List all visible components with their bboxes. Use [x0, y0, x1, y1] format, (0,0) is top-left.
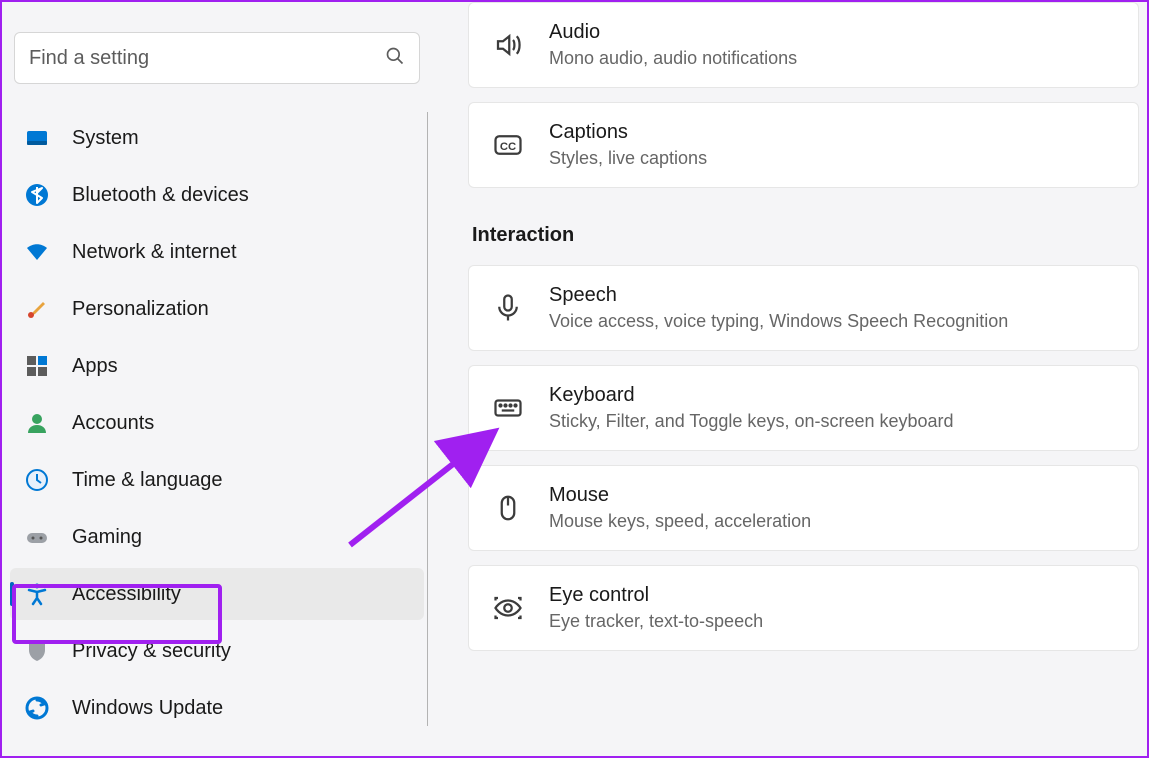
- sidebar-item-network[interactable]: Network & internet: [10, 226, 424, 278]
- card-subtitle: Sticky, Filter, and Toggle keys, on-scre…: [549, 411, 954, 432]
- nav-label: Privacy & security: [72, 640, 231, 663]
- sidebar-item-bluetooth[interactable]: Bluetooth & devices: [10, 169, 424, 221]
- captions-icon: CC: [491, 128, 525, 162]
- nav-label: Accessibility: [72, 583, 181, 606]
- card-eye-control[interactable]: Eye control Eye tracker, text-to-speech: [468, 565, 1139, 651]
- sidebar-item-windows-update[interactable]: Windows Update: [10, 682, 424, 734]
- nav-label: Windows Update: [72, 697, 223, 720]
- accessibility-icon: [24, 581, 50, 607]
- card-audio[interactable]: Audio Mono audio, audio notifications: [468, 2, 1139, 88]
- update-icon: [24, 695, 50, 721]
- card-subtitle: Styles, live captions: [549, 148, 707, 169]
- bluetooth-icon: [24, 182, 50, 208]
- card-captions[interactable]: CC Captions Styles, live captions: [468, 102, 1139, 188]
- apps-icon: [24, 353, 50, 379]
- nav-label: Bluetooth & devices: [72, 184, 249, 207]
- keyboard-icon: [491, 391, 525, 425]
- search-icon: [385, 46, 405, 71]
- card-keyboard[interactable]: Keyboard Sticky, Filter, and Toggle keys…: [468, 365, 1139, 451]
- eye-icon: [491, 591, 525, 625]
- card-title: Keyboard: [549, 384, 954, 407]
- wifi-icon: [24, 239, 50, 265]
- card-subtitle: Voice access, voice typing, Windows Spee…: [549, 311, 1008, 332]
- card-title: Captions: [549, 121, 707, 144]
- card-title: Speech: [549, 284, 1008, 307]
- gamepad-icon: [24, 524, 50, 550]
- nav-label: Accounts: [72, 412, 154, 435]
- paintbrush-icon: [24, 296, 50, 322]
- sidebar-item-accounts[interactable]: Accounts: [10, 397, 424, 449]
- system-icon: [24, 125, 50, 151]
- sidebar-item-system[interactable]: System: [10, 112, 424, 164]
- nav-list: System Bluetooth & devices Network & int…: [10, 112, 424, 734]
- search-box[interactable]: [14, 32, 420, 84]
- sidebar-item-accessibility[interactable]: Accessibility: [10, 568, 424, 620]
- audio-icon: [491, 28, 525, 62]
- nav-label: Gaming: [72, 526, 142, 549]
- mouse-icon: [491, 491, 525, 525]
- nav-label: Apps: [72, 355, 118, 378]
- sidebar-item-apps[interactable]: Apps: [10, 340, 424, 392]
- card-speech[interactable]: Speech Voice access, voice typing, Windo…: [468, 265, 1139, 351]
- sidebar-item-gaming[interactable]: Gaming: [10, 511, 424, 563]
- nav-label: Personalization: [72, 298, 209, 321]
- nav-label: Network & internet: [72, 241, 237, 264]
- card-mouse[interactable]: Mouse Mouse keys, speed, acceleration: [468, 465, 1139, 551]
- nav-label: System: [72, 127, 139, 150]
- nav-label: Time & language: [72, 469, 222, 492]
- microphone-icon: [491, 291, 525, 325]
- sidebar-divider: [427, 112, 428, 726]
- sidebar-item-time-language[interactable]: Time & language: [10, 454, 424, 506]
- sidebar: System Bluetooth & devices Network & int…: [2, 2, 432, 756]
- card-title: Eye control: [549, 584, 763, 607]
- search-input[interactable]: [29, 47, 385, 70]
- card-subtitle: Eye tracker, text-to-speech: [549, 611, 763, 632]
- card-title: Mouse: [549, 484, 811, 507]
- clock-globe-icon: [24, 467, 50, 493]
- svg-text:CC: CC: [500, 141, 516, 153]
- sidebar-item-personalization[interactable]: Personalization: [10, 283, 424, 335]
- content-pane: Audio Mono audio, audio notifications CC…: [432, 2, 1147, 756]
- sidebar-item-privacy[interactable]: Privacy & security: [10, 625, 424, 677]
- card-subtitle: Mouse keys, speed, acceleration: [549, 511, 811, 532]
- section-header-interaction: Interaction: [472, 224, 1139, 247]
- card-subtitle: Mono audio, audio notifications: [549, 48, 797, 69]
- person-icon: [24, 410, 50, 436]
- shield-icon: [24, 638, 50, 664]
- card-title: Audio: [549, 21, 797, 44]
